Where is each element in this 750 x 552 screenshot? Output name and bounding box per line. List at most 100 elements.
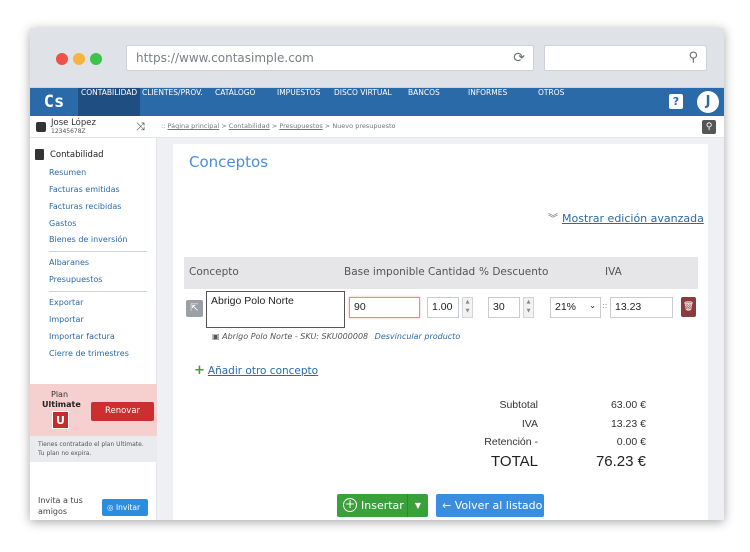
renew-button[interactable]: Renovar	[91, 402, 154, 421]
concepts-card: Conceptos ︾ Mostrar edición avanzada Conc…	[173, 144, 708, 520]
sidebar: Contabilidad Resumen Facturas emitidas F…	[30, 138, 157, 520]
sidebar-item-resumen[interactable]: Resumen	[49, 168, 86, 177]
discount-input[interactable]: 30	[488, 297, 520, 318]
sidebar-item-albaranes[interactable]: Albaranes	[49, 258, 89, 267]
plan-panel: Plan Ultimate U Renovar	[30, 384, 157, 436]
user-avatar[interactable]: J	[697, 91, 719, 113]
total-label: TOTAL	[491, 453, 538, 470]
advanced-edit-label: Mostrar edición avanzada	[562, 212, 704, 225]
sidebar-item-importar-factura[interactable]: Importar factura	[49, 332, 115, 341]
breadcrumb-current: Nuevo presupuesto	[332, 122, 396, 130]
column-header-cantidad: Cantidad	[428, 266, 476, 278]
breadcrumb-home[interactable]: Página principal	[167, 122, 219, 130]
user-tax-id: 12345678Z	[51, 128, 86, 135]
top-navigation: Cs CONTABILIDAD CLIENTES/PROV. CATÁLOGO …	[30, 88, 724, 116]
iva-value: 13.23 €	[610, 418, 646, 430]
sidebar-item-facturas-emitidas[interactable]: Facturas emitidas	[49, 185, 120, 194]
chevron-down-icon[interactable]: ▼	[407, 494, 428, 517]
chevron-down-icon: ⌄	[589, 301, 596, 310]
nav-item-otros[interactable]: OTROS	[538, 88, 564, 116]
breadcrumb-bar: Jose López 12345678Z ⤨ :: Página princip…	[30, 116, 724, 138]
select-product-icon[interactable]: ⇱	[186, 300, 203, 317]
product-sku-line: ▣ Abrigo Polo Norte - SKU: SKU000008 Des…	[212, 332, 460, 341]
column-header-iva: IVA	[605, 266, 622, 278]
sidebar-item-gastos[interactable]: Gastos	[49, 219, 76, 228]
retencion-value: 0.00 €	[616, 436, 646, 448]
quantity-stepper[interactable]: ▲ ▼	[462, 297, 473, 318]
browser-window: https://www.contasimple.com ⟳ ⚲ Cs CONTA…	[30, 28, 724, 520]
nav-item-catalogo[interactable]: CATÁLOGO	[215, 88, 255, 116]
sidebar-item-importar[interactable]: Importar	[49, 315, 84, 324]
nav-item-bancos[interactable]: BANCOS	[408, 88, 440, 116]
product-link-icon: ▣	[212, 332, 220, 341]
address-text: https://www.contasimple.com	[136, 51, 314, 65]
breadcrumb-contabilidad[interactable]: Contabilidad	[229, 122, 270, 130]
sidebar-heading: Contabilidad	[50, 150, 104, 160]
add-concept-label: Añadir otro concepto	[207, 365, 319, 377]
sidebar-item-bienes-inversion[interactable]: Bienes de inversión	[49, 235, 127, 244]
address-bar[interactable]: https://www.contasimple.com ⟳	[126, 45, 534, 71]
maximize-window-button[interactable]	[90, 53, 102, 65]
nav-item-disco-virtual[interactable]: DISCO VIRTUAL	[334, 88, 392, 116]
sidebar-item-exportar[interactable]: Exportar	[49, 298, 83, 307]
sidebar-divider	[49, 251, 147, 252]
double-chevron-down-icon: ︾	[548, 214, 558, 225]
invite-icon: ◎	[107, 503, 114, 512]
column-header-descuento: % Descuento	[479, 266, 549, 278]
minimize-window-button[interactable]	[73, 53, 85, 65]
back-button-label: Volver al listado	[454, 499, 543, 512]
advanced-edit-link[interactable]: ︾ Mostrar edición avanzada	[548, 210, 704, 225]
discount-stepper[interactable]: ▲ ▼	[523, 297, 534, 318]
nav-item-clientes[interactable]: CLIENTES/PROV.	[142, 88, 203, 116]
base-imponible-input[interactable]: 90	[349, 297, 420, 318]
main-content: Conceptos ︾ Mostrar edición avanzada Conc…	[157, 138, 724, 520]
invite-button[interactable]: ◎ Invitar	[102, 499, 148, 516]
subtotal-label: Subtotal	[499, 399, 538, 411]
breadcrumb-presupuestos[interactable]: Presupuestos	[279, 122, 322, 130]
sidebar-item-presupuestos[interactable]: Presupuestos	[49, 275, 102, 284]
concept-description-input[interactable]: Abrigo Polo Norte	[206, 291, 345, 328]
retencion-label: Retención -	[484, 436, 538, 448]
add-concept-link[interactable]: + Añadir otro concepto	[194, 363, 318, 378]
iva-rate-select[interactable]: 21% ⌄	[550, 297, 601, 318]
insert-button[interactable]: + Insertar ▼	[337, 494, 428, 517]
app-logo[interactable]: Cs	[30, 88, 78, 116]
nav-item-informes[interactable]: INFORMES	[468, 88, 507, 116]
user-card-icon	[36, 122, 46, 132]
breadcrumb-prefix: ::	[161, 122, 166, 130]
reload-icon[interactable]: ⟳	[513, 50, 525, 66]
total-value: 76.23 €	[595, 453, 646, 470]
sidebar-item-cierre-trimestres[interactable]: Cierre de trimestres	[49, 349, 129, 358]
invite-text: Invita a tus amigos	[38, 496, 83, 516]
iva-label: IVA	[521, 418, 538, 430]
document-icon	[35, 149, 44, 160]
product-sku-text: Abrigo Polo Norte - SKU: SKU000008	[222, 332, 369, 341]
back-to-list-button[interactable]: ← Volver al listado	[436, 494, 544, 517]
user-name: Jose López	[51, 118, 96, 128]
plan-info: Tienes contratado el plan Ultimate. Tu p…	[30, 436, 157, 462]
delete-row-button[interactable]: 🗑	[681, 297, 696, 317]
separator-glyph: ::	[602, 301, 608, 310]
search-icon[interactable]: ⚲	[702, 120, 716, 134]
nav-item-contabilidad[interactable]: CONTABILIDAD	[78, 88, 141, 116]
browser-search-input[interactable]: ⚲	[544, 45, 707, 71]
quantity-input[interactable]: 1.00	[427, 297, 459, 318]
help-icon[interactable]: ?	[669, 94, 683, 109]
insert-button-label: Insertar	[361, 499, 404, 512]
subtotal-value: 63.00 €	[610, 399, 646, 411]
plan-name: Ultimate	[42, 400, 81, 409]
column-header-concepto: Concepto	[189, 266, 239, 278]
sidebar-divider	[49, 291, 147, 292]
invite-button-label: Invitar	[115, 503, 141, 512]
unlink-product-link[interactable]: Desvincular producto	[375, 332, 461, 341]
nav-item-impuestos[interactable]: IMPUESTOS	[277, 88, 320, 116]
plus-icon: +	[194, 363, 205, 378]
collapse-sidebar-icon[interactable]: ⤨	[136, 120, 145, 134]
page-title: Conceptos	[189, 153, 269, 171]
close-window-button[interactable]	[56, 53, 68, 65]
sidebar-item-facturas-recibidas[interactable]: Facturas recibidas	[49, 202, 121, 211]
iva-amount-input[interactable]: 13.23	[610, 297, 673, 318]
column-header-base: Base imponible	[344, 266, 425, 278]
arrow-left-icon: ←	[442, 499, 452, 512]
search-icon: ⚲	[688, 50, 698, 65]
